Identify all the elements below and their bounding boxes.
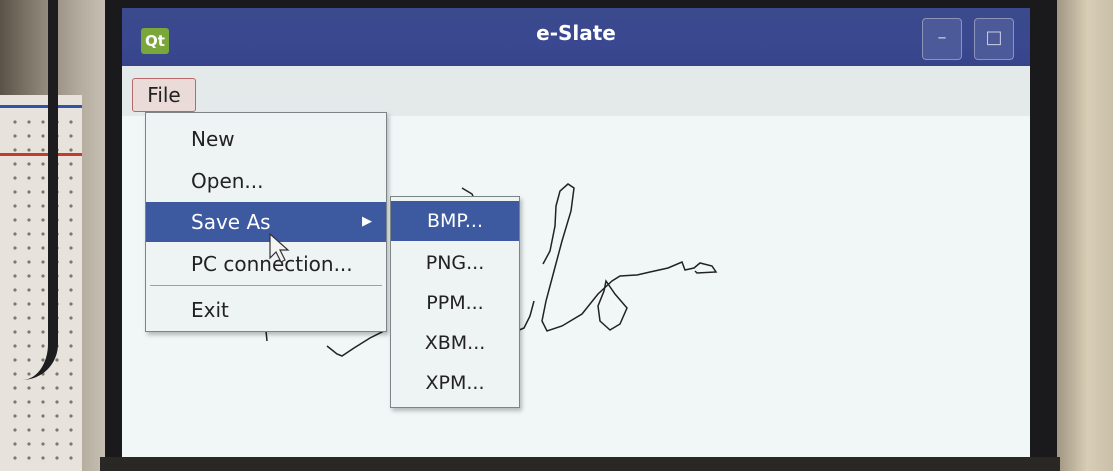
maximize-button[interactable]: □ (974, 18, 1014, 60)
menu-item-new[interactable]: New (146, 119, 386, 159)
minimize-icon: – (937, 27, 947, 48)
file-dropdown-menu: New Open... Save As ▶ PC connection... E… (145, 112, 387, 332)
menu-item-exit[interactable]: Exit (146, 290, 386, 330)
title-bar[interactable]: Qt e-Slate – □ (122, 8, 1030, 66)
menu-item-save-as[interactable]: Save As ▶ (146, 202, 386, 242)
submenu-item-xpm[interactable]: XPM... (391, 363, 519, 403)
submenu-item-png[interactable]: PNG... (391, 243, 519, 283)
mouse-pointer-icon (269, 232, 290, 263)
menu-item-label: Exit (191, 298, 229, 322)
maximize-icon: □ (985, 27, 1003, 48)
black-cable (22, 0, 58, 380)
menu-bar: File (122, 66, 1030, 117)
submenu-arrow-icon: ▶ (362, 214, 372, 229)
monitor-bezel-bottom (100, 457, 1060, 471)
menu-item-label: Open... (191, 169, 264, 193)
submenu-item-bmp[interactable]: BMP... (391, 201, 519, 241)
submenu-item-ppm[interactable]: PPM... (391, 283, 519, 323)
submenu-item-xbm[interactable]: XBM... (391, 323, 519, 363)
save-as-submenu: BMP... PNG... PPM... XBM... XPM... (390, 196, 520, 408)
menu-item-open[interactable]: Open... (146, 161, 386, 201)
minimize-button[interactable]: – (922, 18, 962, 60)
menu-separator (150, 285, 382, 286)
menu-item-label: New (191, 127, 235, 151)
menu-item-pc-connection[interactable]: PC connection... (146, 244, 386, 284)
window-title: e-Slate (536, 21, 616, 45)
file-menu-button[interactable]: File (132, 78, 196, 112)
menu-item-label: Save As (191, 210, 271, 234)
